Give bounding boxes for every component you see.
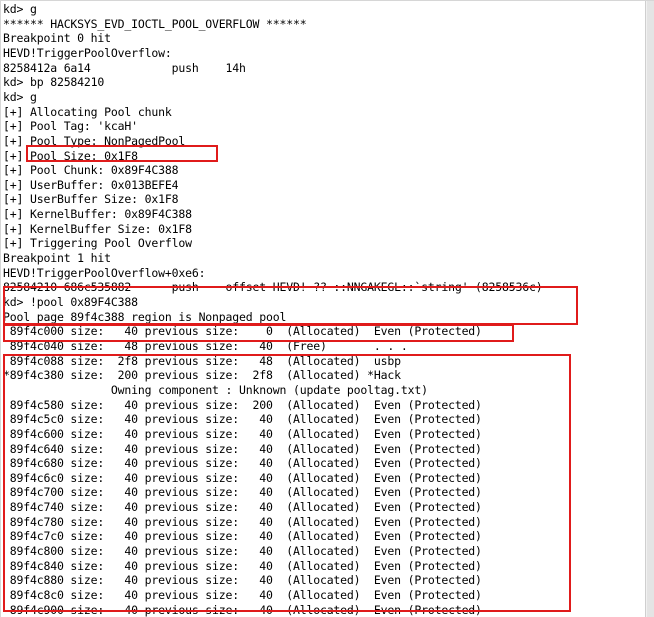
console-line: [+] UserBuffer: 0x013BEFE4 — [3, 177, 179, 192]
console-line: 8258412a 6a14 push 14h — [3, 60, 246, 75]
console-line: Owning component : Unknown (update poolt… — [3, 382, 428, 397]
console-line: 89f4c700 size: 40 previous size: 40 (All… — [3, 485, 482, 500]
console-line: 89f4c580 size: 40 previous size: 200 (Al… — [3, 397, 482, 412]
console-line: 89f4c880 size: 40 previous size: 40 (All… — [3, 573, 482, 588]
console-line: 89f4c6c0 size: 40 previous size: 40 (All… — [3, 470, 482, 485]
console-line: HEVD!TriggerPoolOverflow: — [3, 45, 172, 60]
console-line: ****** HACKSYS_EVD_IOCTL_POOL_OVERFLOW *… — [3, 16, 307, 31]
console-line: [+] Pool Tag: 'kcaH' — [3, 119, 138, 134]
console-line: 89f4c840 size: 40 previous size: 40 (All… — [3, 558, 482, 573]
console-line: 89f4c740 size: 40 previous size: 40 (All… — [3, 500, 482, 515]
console-line: 89f4c7c0 size: 40 previous size: 40 (All… — [3, 529, 482, 544]
console-line: [+] Allocating Pool chunk — [3, 104, 172, 119]
console-line: 89f4c000 size: 40 previous size: 0 (Allo… — [3, 324, 482, 339]
console-line: [+] Pool Chunk: 0x89F4C388 — [3, 163, 179, 178]
console-line: kd> bp 82584210 — [3, 75, 105, 90]
console-output[interactable]: kd> g ****** HACKSYS_EVD_IOCTL_POOL_OVERF… — [1, 1, 646, 617]
console-line: Breakpoint 1 hit — [3, 251, 111, 266]
console-line: 89f4c040 size: 48 previous size: 40 (Fre… — [3, 338, 408, 353]
console-line: kd> !pool 0x89F4C388 — [3, 295, 138, 309]
console-line: 89f4c640 size: 40 previous size: 40 (All… — [3, 441, 482, 456]
console-line: [+] UserBuffer Size: 0x1F8 — [3, 192, 179, 207]
console-line: [+] Pool Type: NonPagedPool — [3, 133, 186, 148]
console-line: 89f4c5c0 size: 40 previous size: 40 (All… — [3, 412, 482, 427]
console-line: Breakpoint 0 hit — [3, 31, 111, 46]
console-line: 89f4c800 size: 40 previous size: 40 (All… — [3, 544, 482, 559]
console-line: 89f4c600 size: 40 previous size: 40 (All… — [3, 426, 482, 441]
console-line: [+] Pool Size: 0x1F8 — [3, 148, 138, 163]
console-line: *89f4c380 size: 200 previous size: 2f8 (… — [3, 368, 401, 383]
console-line: [+] KernelBuffer: 0x89F4C388 — [3, 207, 192, 222]
console-line: HEVD!TriggerPoolOverflow+0xe6: — [3, 265, 206, 280]
debugger-window: kd> g ****** HACKSYS_EVD_IOCTL_POOL_OVERF… — [0, 0, 654, 617]
vertical-scrollbar[interactable] — [645, 1, 654, 617]
scrollbar-thumb[interactable] — [647, 1, 654, 617]
console-line: 89f4c680 size: 40 previous size: 40 (All… — [3, 456, 482, 471]
console-line: 89f4c088 size: 2f8 previous size: 48 (Al… — [3, 353, 401, 368]
console-line: 82584210 686c535882 push offset HEVD! ??… — [3, 280, 543, 295]
console-line: Pool page 89f4c388 region is Nonpaged po… — [3, 309, 287, 324]
console-line: 89f4c900 size: 40 previous size: 40 (All… — [3, 602, 482, 617]
console-line: 89f4c780 size: 40 previous size: 40 (All… — [3, 514, 482, 529]
console-line: kd> g — [3, 2, 37, 16]
console-line: [+] Triggering Pool Overflow — [3, 236, 192, 251]
console-line: kd> g — [3, 89, 37, 104]
console-line: 89f4c8c0 size: 40 previous size: 40 (All… — [3, 588, 482, 602]
console-line: [+] KernelBuffer Size: 0x1F8 — [3, 221, 192, 236]
